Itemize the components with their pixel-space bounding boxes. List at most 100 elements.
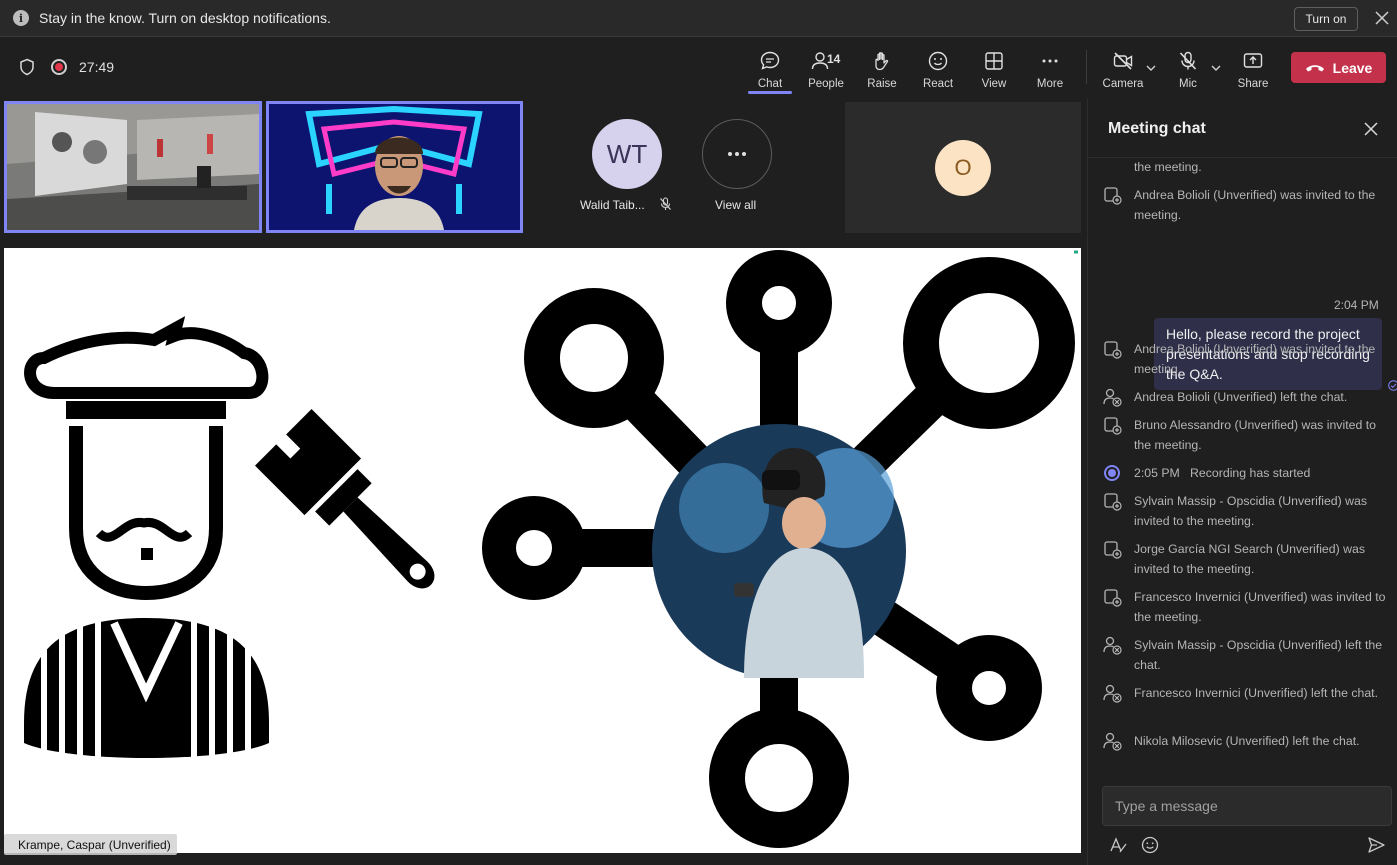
list-item: Francesco Invernici (Unverified) left th… (1102, 683, 1392, 703)
person-left-icon (1103, 388, 1122, 407)
more-label: More (1036, 78, 1064, 90)
recording-icon (1104, 465, 1120, 481)
list-item: Sylvain Massip - Opscidia (Unverified) w… (1102, 491, 1392, 531)
info-icon: i (13, 10, 29, 26)
chat-header: Meeting chat (1088, 98, 1397, 158)
chevron-down-icon[interactable] (1210, 63, 1222, 73)
system-message: the meeting. (1134, 160, 1202, 174)
system-message: Francesco Invernici (Unverified) left th… (1134, 686, 1378, 700)
person-left-icon (1103, 732, 1122, 751)
more-button[interactable]: More (1027, 38, 1073, 96)
person-left-icon (1103, 684, 1122, 703)
camera-off-icon (1113, 52, 1133, 70)
system-message: Francesco Invernici (Unverified) was inv… (1134, 590, 1386, 624)
share-button[interactable]: Share (1231, 38, 1275, 96)
room-video-image (7, 104, 259, 230)
view-all-button[interactable] (702, 119, 772, 189)
emoji-icon[interactable] (1140, 835, 1160, 855)
share-label: Share (1237, 78, 1269, 90)
close-icon[interactable] (1373, 9, 1391, 27)
list-item: Nikola Milosevic (Unverified) left the c… (1102, 731, 1392, 751)
chat-icon (760, 51, 780, 70)
avatar[interactable]: WT (592, 119, 662, 189)
person-add-icon (1104, 589, 1122, 607)
raise-hand-button[interactable]: Raise (859, 38, 905, 96)
person-add-icon (1104, 341, 1122, 359)
list-item: the meeting. (1102, 159, 1392, 177)
meeting-timer: 27:49 (79, 59, 115, 75)
people-count: 14 (827, 52, 841, 66)
mic-off-icon (660, 197, 671, 210)
participant-name: Walid Taib... (580, 198, 645, 212)
system-message: Andrea Bolioli (Unverified) left the cha… (1134, 390, 1348, 404)
view-label: View (981, 78, 1007, 90)
avatar: O (935, 140, 991, 196)
send-icon[interactable] (1366, 835, 1386, 855)
leave-label: Leave (1332, 59, 1373, 76)
react-button[interactable]: React (915, 38, 961, 96)
chat-label: Chat (757, 78, 783, 90)
message-input[interactable] (1102, 786, 1392, 826)
close-icon[interactable] (1364, 122, 1378, 136)
turn-on-notifications-button[interactable]: Turn on (1294, 7, 1358, 31)
react-label: React (922, 78, 954, 90)
video-tile-room[interactable] (4, 101, 262, 233)
phone-hangup-icon (1305, 64, 1324, 71)
hand-icon (875, 52, 889, 71)
shared-content-image (24, 250, 1078, 848)
grid-view-icon (985, 52, 1003, 70)
person-add-icon (1104, 541, 1122, 559)
raise-label: Raise (867, 78, 897, 90)
person-add-icon (1104, 417, 1122, 435)
recording-indicator-icon (51, 59, 67, 75)
list-item: Andrea Bolioli (Unverified) was invited … (1102, 339, 1392, 379)
list-item: Jorge García NGI Search (Unverified) was… (1102, 539, 1392, 579)
video-tile-participant-o[interactable]: O (845, 102, 1081, 233)
recording-status: Recording has started (1190, 466, 1311, 480)
mic-off-icon (1179, 51, 1197, 70)
chevron-down-icon[interactable] (1145, 63, 1157, 73)
system-message: Sylvain Massip - Opscidia (Unverified) l… (1134, 638, 1383, 672)
share-icon (1243, 53, 1263, 68)
more-icon (728, 152, 746, 156)
shared-screen (4, 248, 1081, 853)
message-time: 2:04 PM (1334, 298, 1379, 312)
mic-button[interactable]: Mic (1166, 38, 1210, 96)
system-message: Jorge García NGI Search (Unverified) was… (1134, 542, 1365, 576)
message-time: 2:05 PM (1134, 466, 1180, 480)
camera-label: Camera (1102, 78, 1144, 90)
chat-messages: the meeting. Andrea Bolioli (Unverified)… (1088, 159, 1397, 849)
list-item: Andrea Bolioli (Unverified) left the cha… (1102, 387, 1392, 407)
system-message: Sylvain Massip - Opscidia (Unverified) w… (1134, 494, 1368, 528)
system-message: 2:05 PM Recording has started (1134, 463, 1390, 483)
chat-button[interactable]: Chat (746, 38, 794, 96)
person-add-icon (1104, 493, 1122, 511)
leave-button[interactable]: Leave (1291, 52, 1386, 83)
people-label: People (808, 78, 844, 90)
video-tile-participant[interactable] (266, 101, 523, 233)
notification-message: Stay in the know. Turn on desktop notifi… (39, 10, 331, 26)
list-item: Sylvain Massip - Opscidia (Unverified) l… (1102, 635, 1392, 675)
person-add-icon (1104, 187, 1122, 205)
list-item: 2:05 PM Recording has started (1102, 463, 1392, 483)
list-item: Bruno Alessandro (Unverified) was invite… (1102, 415, 1392, 455)
system-message: Andrea Bolioli (Unverified) was invited … (1134, 188, 1376, 222)
view-button[interactable]: View (971, 38, 1017, 96)
meeting-chat-panel: Meeting chat the meeting. Andrea Bolioli… (1087, 98, 1397, 865)
list-item: Andrea Bolioli (Unverified) was invited … (1102, 185, 1392, 225)
system-message: Bruno Alessandro (Unverified) was invite… (1134, 418, 1376, 452)
person-left-icon (1103, 636, 1122, 655)
chat-title: Meeting chat (1108, 120, 1206, 137)
participant-video-image (269, 104, 520, 230)
format-text-icon[interactable] (1108, 835, 1128, 855)
system-message: Andrea Bolioli (Unverified) was invited … (1134, 342, 1376, 376)
presenter-name: Krampe, Caspar (Unverified) (18, 837, 171, 852)
list-item: Francesco Invernici (Unverified) was inv… (1102, 587, 1392, 627)
system-message: Nikola Milosevic (Unverified) left the c… (1134, 734, 1360, 748)
mic-label: Mic (1179, 78, 1197, 90)
view-all-label: View all (715, 198, 757, 212)
more-icon (1042, 59, 1058, 63)
people-button[interactable]: 14 People (803, 38, 849, 96)
camera-button[interactable]: Camera (1099, 38, 1147, 96)
shield-icon[interactable] (18, 58, 36, 76)
